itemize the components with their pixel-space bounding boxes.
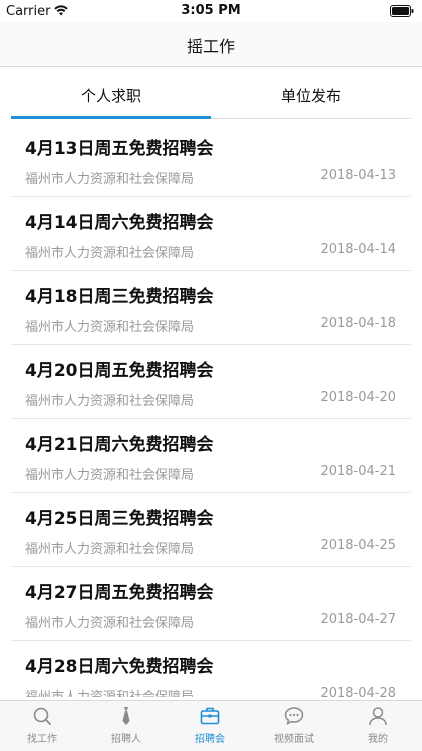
tie-icon <box>122 707 130 725</box>
navigation-bar: 摇工作 <box>0 22 422 67</box>
item-date: 2018-04-14 <box>320 242 396 257</box>
item-title: 4月13日周五免费招聘会 <box>25 139 214 159</box>
item-date: 2018-04-28 <box>320 686 396 697</box>
list-item[interactable]: 4月25日周三免费招聘会 福州市人力资源和社会保障局 2018-04-25 <box>11 492 411 567</box>
item-title: 4月18日周三免费招聘会 <box>25 287 214 307</box>
chat-bubble-icon <box>284 707 304 726</box>
tabbar-item-job-fair[interactable]: 招聘会 <box>168 701 252 751</box>
tabbar-item-mine[interactable]: 我的 <box>336 701 420 751</box>
tabbar-label: 招聘会 <box>195 734 225 745</box>
status-time: 3:05 PM <box>181 3 241 18</box>
tabbar-label: 招聘人 <box>111 734 141 745</box>
tabbar-label: 找工作 <box>27 734 57 745</box>
tabbar-item-video-interview[interactable]: 视频面试 <box>252 701 336 751</box>
item-organizer: 福州市人力资源和社会保障局 <box>25 686 194 697</box>
list-item[interactable]: 4月20日周五免费招聘会 福州市人力资源和社会保障局 2018-04-20 <box>11 344 411 419</box>
page-title: 摇工作 <box>186 37 235 56</box>
tab-employer-posts[interactable]: 单位发布 <box>211 78 411 118</box>
battery-icon <box>390 5 414 17</box>
list-item[interactable]: 4月13日周五免费招聘会 福州市人力资源和社会保障局 2018-04-13 <box>11 122 411 197</box>
item-organizer: 福州市人力资源和社会保障局 <box>25 246 195 261</box>
item-organizer: 福州市人力资源和社会保障局 <box>25 468 195 483</box>
item-title: 4月14日周六免费招聘会 <box>25 213 214 233</box>
item-date: 2018-04-21 <box>320 464 396 479</box>
item-organizer: 福州市人力资源和社会保障局 <box>25 542 195 557</box>
list-item[interactable]: 4月14日周六免费招聘会 福州市人力资源和社会保障局 2018-04-14 <box>11 196 411 271</box>
tabbar-item-find-job[interactable]: 找工作 <box>0 701 84 751</box>
list-item[interactable]: 4月28日周六免费招聘会 福州市人力资源和社会保障局 2018-04-28 <box>11 640 411 697</box>
search-icon <box>33 707 51 725</box>
item-organizer: 福州市人力资源和社会保障局 <box>25 616 195 631</box>
item-organizer: 福州市人力资源和社会保障局 <box>25 172 195 187</box>
active-tab-indicator <box>11 116 211 119</box>
tabbar-label: 视频面试 <box>274 734 314 745</box>
item-date: 2018-04-20 <box>320 390 396 405</box>
item-organizer: 福州市人力资源和社会保障局 <box>25 320 195 335</box>
bottom-tab-bar: 找工作 招聘人 招聘会 视频面试 我的 <box>0 700 422 751</box>
item-organizer: 福州市人力资源和社会保障局 <box>25 394 195 409</box>
briefcase-icon <box>200 707 220 725</box>
list-item[interactable]: 4月18日周三免费招聘会 福州市人力资源和社会保障局 2018-04-18 <box>11 270 411 345</box>
item-title: 4月28日周六免费招聘会 <box>25 657 214 677</box>
tabbar-label: 我的 <box>368 734 388 745</box>
status-bar: Carrier 3:05 PM <box>0 0 422 22</box>
item-date: 2018-04-25 <box>320 538 396 553</box>
list-item[interactable]: 4月27日周五免费招聘会 福州市人力资源和社会保障局 2018-04-27 <box>11 566 411 641</box>
user-icon <box>369 707 387 726</box>
tab-personal-job-search[interactable]: 个人求职 <box>11 78 211 118</box>
item-date: 2018-04-13 <box>320 168 396 183</box>
segment-tabs: 个人求职 单位发布 <box>11 78 411 119</box>
item-title: 4月25日周三免费招聘会 <box>25 509 214 529</box>
item-title: 4月20日周五免费招聘会 <box>25 361 214 381</box>
list-item[interactable]: 4月21日周六免费招聘会 福州市人力资源和社会保障局 2018-04-21 <box>11 418 411 493</box>
item-title: 4月21日周六免费招聘会 <box>25 435 214 455</box>
item-date: 2018-04-18 <box>320 316 396 331</box>
item-date: 2018-04-27 <box>320 612 396 627</box>
job-fair-list[interactable]: 4月13日周五免费招聘会 福州市人力资源和社会保障局 2018-04-13 4月… <box>0 122 422 697</box>
tabbar-item-recruiters[interactable]: 招聘人 <box>84 701 168 751</box>
item-title: 4月27日周五免费招聘会 <box>25 583 214 603</box>
